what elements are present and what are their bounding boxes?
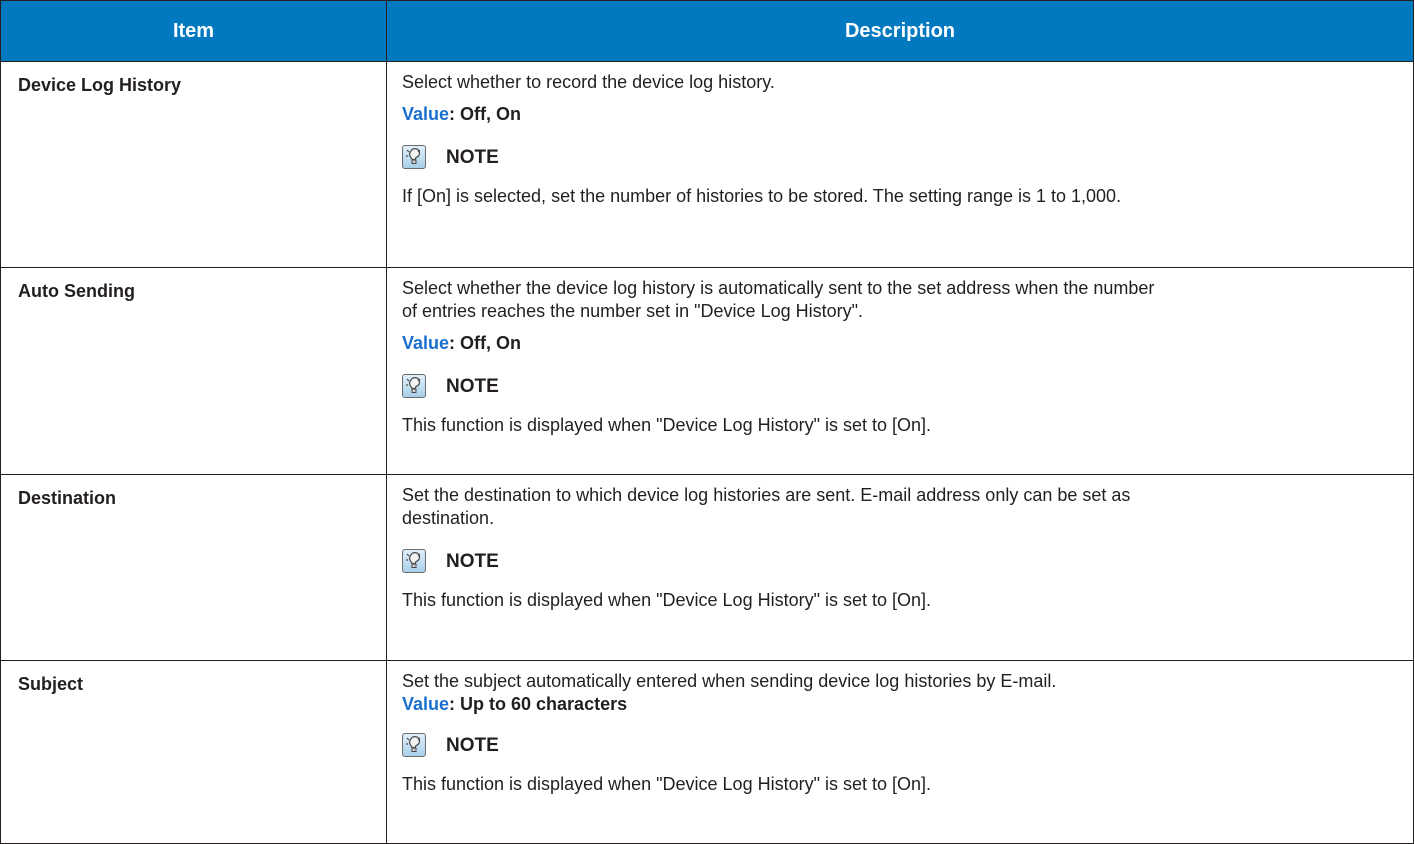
description-text: Set the destination to which device log … [402, 484, 1399, 530]
description-cell: Select whether the device log history is… [386, 267, 1414, 475]
description-cell: Set the destination to which device log … [386, 474, 1414, 661]
value-line: Value: Off, On [402, 332, 1399, 355]
value-line: Value: Off, On [402, 103, 1399, 126]
item-column-header: Item [0, 0, 387, 62]
table-header-row: Item Description [0, 0, 1414, 62]
note-label: NOTE [446, 550, 499, 572]
table-row: Destination Set the destination to which… [0, 474, 1414, 661]
note-text: This function is displayed when "Device … [402, 415, 932, 435]
settings-table: Item Description Device Log History Sele… [0, 0, 1414, 844]
item-cell: Device Log History [0, 61, 387, 268]
description-cell: Select whether to record the device log … [386, 61, 1414, 268]
value-text: : Off, On [449, 104, 522, 124]
note-label: NOTE [446, 146, 499, 168]
note-text: This function is displayed when "Device … [402, 774, 932, 794]
note-lightbulb-icon [402, 145, 426, 169]
table-row: Subject Set the subject automatically en… [0, 660, 1414, 844]
description-line: destination. [402, 508, 495, 528]
note-heading: NOTE [402, 144, 1399, 170]
note-lightbulb-icon [402, 374, 426, 398]
description-text: Select whether to record the device log … [402, 72, 775, 92]
value-text: : Off, On [449, 333, 522, 353]
item-name: Destination [18, 488, 117, 508]
note-text: This function is displayed when "Device … [402, 590, 932, 610]
description-cell: Set the subject automatically entered wh… [386, 660, 1414, 844]
note-label: NOTE [446, 734, 499, 756]
note-text: If [On] is selected, set the number of h… [402, 186, 1122, 206]
table-row: Device Log History Select whether to rec… [0, 61, 1414, 268]
item-cell: Subject [0, 660, 387, 844]
item-cell: Destination [0, 474, 387, 661]
description-line: Set the destination to which device log … [402, 485, 1131, 505]
description-line: Select whether the device log history is… [402, 278, 1155, 298]
note-lightbulb-icon [402, 733, 426, 757]
value-label: Value [402, 333, 450, 353]
note-heading: NOTE [402, 548, 1399, 574]
description-text: Set the subject automatically entered wh… [402, 671, 1057, 691]
description-text: Select whether the device log history is… [402, 277, 1399, 323]
value-label: Value [402, 104, 450, 124]
value-text: : Up to 60 characters [449, 694, 628, 714]
item-name: Auto Sending [18, 281, 135, 301]
item-name: Device Log History [18, 75, 182, 95]
description-line: of entries reaches the number set in "De… [402, 301, 863, 321]
item-name: Subject [18, 674, 84, 694]
note-heading: NOTE [402, 373, 1399, 399]
table-row: Auto Sending Select whether the device l… [0, 267, 1414, 475]
value-label: Value [402, 694, 450, 714]
note-label: NOTE [446, 375, 499, 397]
note-heading: NOTE [402, 732, 1399, 758]
description-column-header: Description [386, 0, 1414, 62]
note-lightbulb-icon [402, 549, 426, 573]
value-line: Value: Up to 60 characters [402, 693, 1399, 716]
item-cell: Auto Sending [0, 267, 387, 475]
